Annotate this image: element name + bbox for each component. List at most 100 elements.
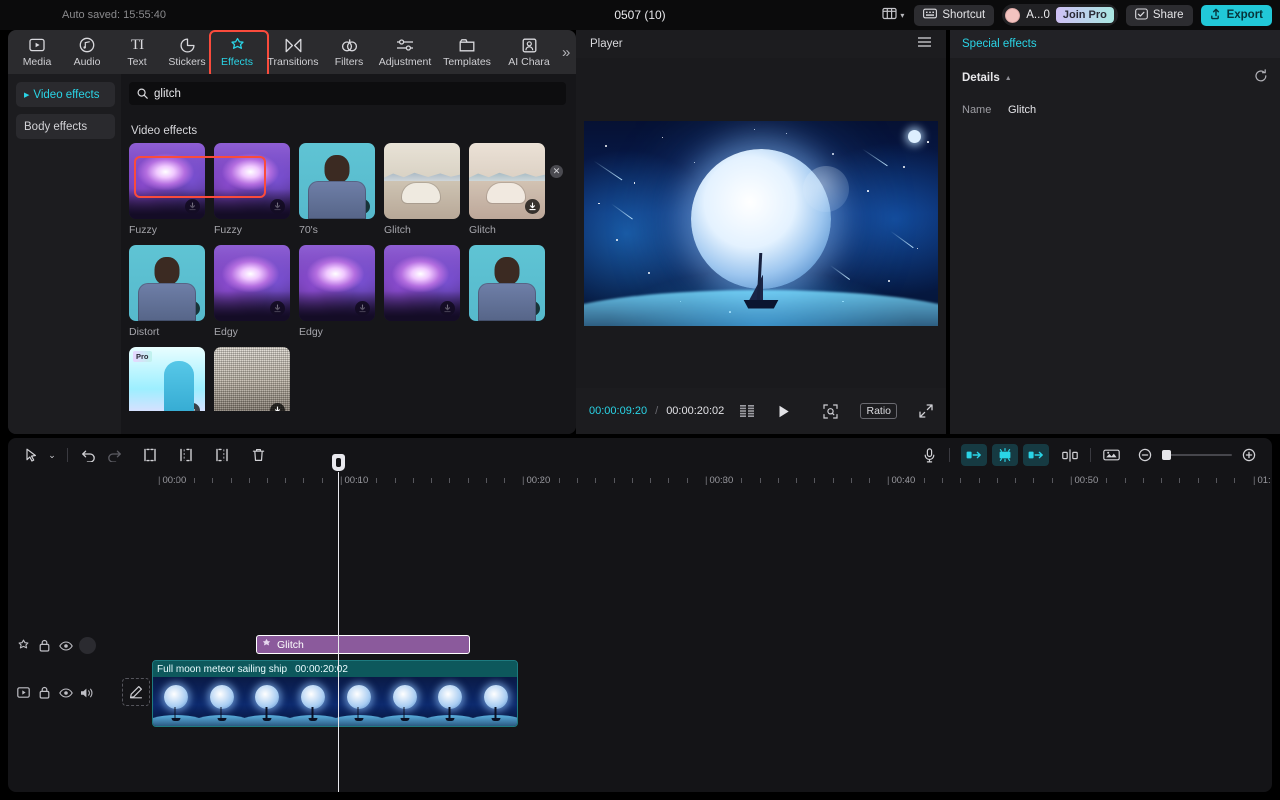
reset-icon[interactable]	[1254, 69, 1268, 88]
crop-clip-icon[interactable]	[1057, 444, 1083, 466]
effect-card[interactable]: Glitch	[384, 143, 460, 236]
shortcut-button[interactable]: Shortcut	[914, 5, 994, 26]
effect-card[interactable]	[384, 245, 460, 338]
microphone-icon[interactable]	[916, 444, 942, 466]
cursor-icon[interactable]	[18, 444, 44, 466]
tab-adjustment[interactable]: Adjustment	[374, 31, 436, 73]
video-clip-header: Full moon meteor sailing ship 00:00:20:0…	[153, 661, 517, 677]
share-button[interactable]: Share	[1126, 5, 1193, 26]
zoom-slider-handle[interactable]	[1162, 450, 1171, 460]
effect-card[interactable]: Edgy	[299, 245, 375, 338]
download-icon[interactable]	[355, 301, 370, 316]
filters-icon	[341, 37, 358, 54]
eye-icon[interactable]	[58, 685, 73, 700]
trim-right-icon[interactable]	[209, 444, 235, 466]
download-icon[interactable]	[355, 199, 370, 214]
split-right-icon[interactable]	[1023, 444, 1049, 466]
export-button[interactable]: Export	[1201, 5, 1272, 26]
undo-icon[interactable]	[75, 444, 101, 466]
mask-icon[interactable]	[1098, 444, 1124, 466]
lock-icon[interactable]	[37, 685, 52, 700]
effect-card[interactable]: Glitch	[469, 143, 545, 236]
split-left-icon[interactable]	[961, 444, 987, 466]
effect-card[interactable]	[214, 347, 290, 411]
effect-card[interactable]: Edgy	[214, 245, 290, 338]
details-key: Name	[962, 104, 992, 116]
download-icon[interactable]	[525, 199, 540, 214]
effect-card[interactable]: Fuzzy	[214, 143, 290, 236]
download-icon[interactable]	[185, 199, 200, 214]
adjustment-icon	[396, 37, 414, 54]
video-clip[interactable]: Full moon meteor sailing ship 00:00:20:0…	[152, 660, 518, 727]
special-effects-header: Special effects	[950, 30, 1280, 58]
tab-stickers[interactable]: Stickers	[162, 31, 212, 73]
edit-clip-button[interactable]	[122, 678, 150, 706]
video-preview[interactable]	[584, 121, 938, 326]
playhead-handle[interactable]	[332, 454, 345, 471]
category-video-effects[interactable]: ▶ Video effects	[16, 82, 115, 107]
video-editor-app: Auto saved: 15:55:40 0507 (10) ▾ Shortcu…	[0, 0, 1280, 800]
effect-card[interactable]: Distort	[129, 245, 205, 338]
effect-clip[interactable]: Glitch	[256, 635, 470, 654]
effect-card[interactable]: Fuzzy	[129, 143, 205, 236]
tab-text[interactable]: TI Text	[112, 31, 162, 73]
search-input[interactable]	[154, 88, 558, 100]
select-tool-dropdown[interactable]: ⌄	[44, 444, 60, 466]
tab-transitions[interactable]: Transitions	[262, 31, 324, 73]
tab-filters[interactable]: Filters	[324, 31, 374, 73]
video-icon[interactable]	[16, 685, 31, 700]
download-icon[interactable]	[270, 301, 285, 316]
effect-card[interactable]	[469, 245, 545, 338]
zoom-out-icon[interactable]	[1132, 444, 1158, 466]
timeline-tracks: Glitch Full moon meteor sailing ship 00:…	[8, 492, 1272, 792]
tab-audio[interactable]: Audio	[62, 31, 112, 73]
volume-icon[interactable]	[79, 685, 94, 700]
effect-card[interactable]: 70's	[299, 143, 375, 236]
effect-thumbnail	[469, 143, 545, 219]
details-section-header[interactable]: Details ▲	[950, 58, 1280, 98]
effects-icon	[261, 636, 272, 654]
download-icon[interactable]	[440, 301, 455, 316]
redo-icon[interactable]	[101, 444, 127, 466]
hamburger-icon[interactable]	[917, 35, 932, 53]
zoom-fit-icon[interactable]	[823, 404, 838, 419]
lock-icon[interactable]	[37, 638, 52, 653]
tab-templates[interactable]: Templates	[436, 31, 498, 73]
download-icon[interactable]	[185, 301, 200, 316]
media-tab-bar: Media Audio TI Text Stickers Effects	[8, 30, 576, 74]
effect-track-header	[16, 637, 96, 654]
download-icon[interactable]	[270, 199, 285, 214]
stickers-icon	[180, 37, 195, 54]
tab-ai-character[interactable]: AI Chara	[498, 31, 560, 73]
zoom-slider[interactable]	[1162, 454, 1232, 456]
fullscreen-icon[interactable]	[919, 404, 933, 418]
auto-cut-icon[interactable]	[992, 444, 1018, 466]
effect-card[interactable]: Pro	[129, 347, 205, 411]
templates-icon	[459, 37, 475, 54]
trash-icon[interactable]	[245, 444, 271, 466]
account-chip[interactable]: A...0 Join Pro	[1002, 4, 1118, 26]
frames-icon[interactable]	[740, 405, 756, 417]
search-bar[interactable]	[129, 82, 566, 105]
split-icon[interactable]	[137, 444, 163, 466]
tab-media[interactable]: Media	[12, 31, 62, 73]
join-pro-button[interactable]: Join Pro	[1056, 7, 1114, 23]
timeline-ruler[interactable]: 00:00 00:10 00:20 00:30 00:40 00:50 01:	[118, 472, 1272, 492]
ratio-button[interactable]: Ratio	[860, 403, 897, 419]
tab-effects[interactable]: Effects	[212, 31, 262, 73]
play-icon[interactable]	[778, 405, 790, 418]
download-icon[interactable]	[185, 403, 200, 411]
layout-button[interactable]: ▾	[880, 5, 906, 26]
download-icon[interactable]	[525, 301, 540, 316]
effects-icon[interactable]	[16, 638, 31, 653]
category-body-effects[interactable]: Body effects	[16, 114, 115, 139]
timeline-toolbar: ⌄	[8, 438, 1272, 472]
player-title: Player	[590, 38, 623, 50]
search-clear-button[interactable]: ✕	[550, 165, 563, 178]
trim-left-icon[interactable]	[173, 444, 199, 466]
chevron-up-icon[interactable]: ▲	[1005, 75, 1012, 82]
eye-icon[interactable]	[58, 638, 73, 653]
zoom-in-icon[interactable]	[1236, 444, 1262, 466]
download-icon[interactable]	[270, 403, 285, 411]
tabs-overflow-button[interactable]: »	[562, 44, 570, 61]
